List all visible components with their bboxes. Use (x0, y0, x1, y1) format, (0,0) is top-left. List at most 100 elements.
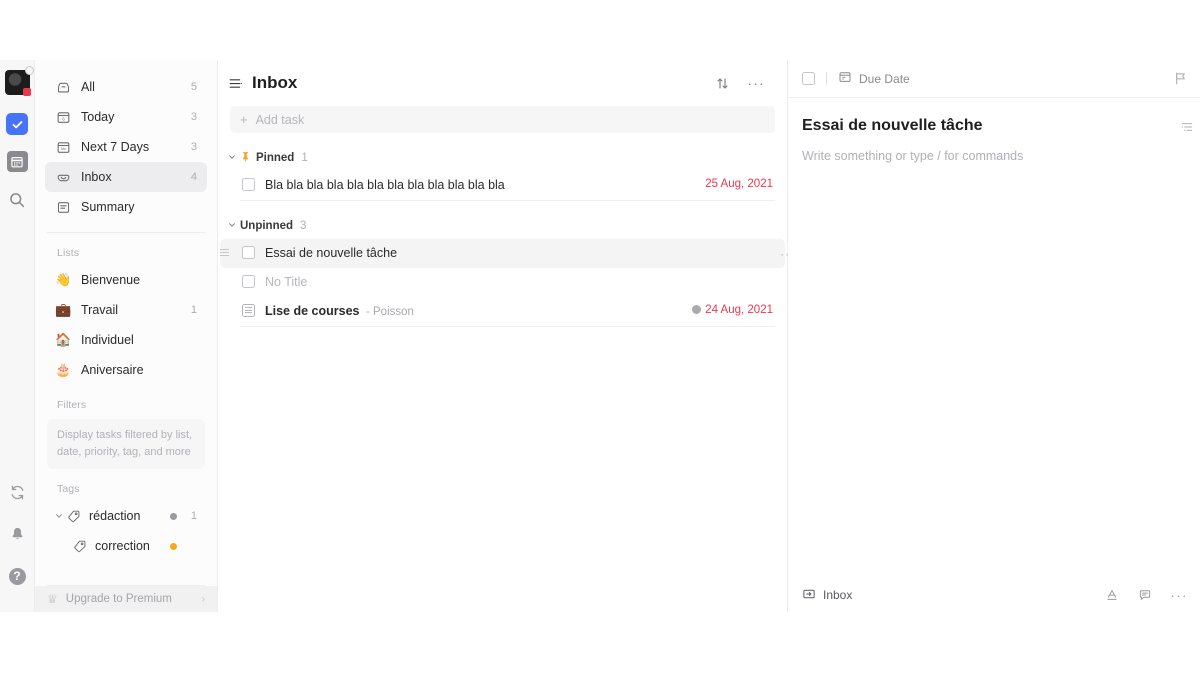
sidebar-item-count: 5 (190, 81, 197, 93)
comment-icon[interactable] (1138, 588, 1152, 602)
task-due-date-text: 25 Aug, 2021 (705, 178, 773, 190)
detail-task-title[interactable]: Essai de nouvelle tâche (802, 116, 1186, 137)
group-label: Pinned (256, 152, 295, 164)
tag-icon (67, 509, 83, 523)
task-title: Bla bla bla bla bla bla bla bla bla bla … (265, 178, 505, 192)
sidebar-list-label: Travail (81, 303, 119, 317)
chevron-down-icon[interactable] (55, 512, 65, 520)
row-divider (240, 199, 775, 201)
sidebar-item-today[interactable]: 6 Today 3 (45, 102, 207, 132)
due-date-label: Due Date (859, 71, 910, 86)
sidebar-list-bienvenue[interactable]: 👋 Bienvenue (35, 265, 217, 295)
sync-icon[interactable] (5, 480, 29, 504)
chevron-down-icon[interactable] (228, 221, 240, 231)
user-avatar[interactable] (4, 66, 34, 96)
row-divider (240, 325, 775, 327)
page-title: Inbox (252, 73, 298, 92)
sidebar-tag-label: correction (95, 539, 150, 554)
task-list-header: Inbox ··· (218, 60, 787, 106)
task-due-date[interactable]: 25 Aug, 2021 (705, 177, 773, 190)
table-row[interactable]: Bla bla bla bla bla bla bla bla bla bla … (220, 171, 785, 200)
app-rail: ? (0, 60, 35, 612)
drag-handle[interactable] (220, 248, 229, 257)
task-title: Lise de courses (265, 303, 360, 318)
sidebar-list-count: 1 (190, 304, 197, 316)
group-count: 1 (301, 152, 308, 164)
avatar-ring-icon (24, 66, 34, 75)
sidebar-tag-label: rédaction (89, 509, 141, 524)
pin-icon (240, 151, 251, 165)
tags-section-title: Tags (57, 483, 80, 496)
group-count: 3 (300, 219, 307, 232)
calendar-week-icon: Mo (55, 139, 71, 155)
task-body: Essai de nouvelle tâche (265, 245, 773, 262)
sidebar-tag-count: 1 (190, 510, 197, 523)
sidebar-tag-redaction[interactable]: rédaction 1 (35, 501, 217, 531)
task-checkbox[interactable] (242, 245, 255, 259)
sidebar-tag-correction[interactable]: correction (35, 531, 217, 561)
more-options-icon[interactable]: ··· (1171, 588, 1189, 603)
task-checkbox[interactable] (242, 178, 255, 191)
sort-icon[interactable] (715, 76, 730, 91)
group-header-pinned[interactable]: Pinned 1 (218, 145, 787, 171)
tag-icon (73, 539, 89, 553)
sidebar-item-label: Today (81, 110, 115, 124)
table-row[interactable]: No Title (220, 268, 785, 297)
sidebar-item-next-7-days[interactable]: Mo Next 7 Days 3 (45, 132, 207, 162)
task-due-date-text: 24 Aug, 2021 (705, 303, 773, 316)
sidebar-item-all[interactable]: All 5 (45, 72, 207, 102)
smart-list-nav: All 5 6 Today 3 Mo Next 7 Days 3 Inbox 4… (35, 72, 217, 222)
sidebar-item-count: 3 (190, 141, 197, 153)
task-body: Bla bla bla bla bla bla bla bla bla bla … (265, 177, 693, 194)
svg-text:Mo: Mo (61, 147, 66, 151)
move-to-list-icon (802, 587, 816, 604)
list-menu-icon[interactable] (226, 76, 244, 91)
search-icon[interactable] (5, 188, 29, 212)
group-label: Unpinned (240, 219, 294, 232)
detail-content-placeholder[interactable]: Write something or type / for commands (802, 149, 1186, 163)
task-body: Lise de courses - Poisson (265, 303, 680, 320)
task-checkbox[interactable] (242, 274, 255, 288)
sidebar: All 5 6 Today 3 Mo Next 7 Days 3 Inbox 4… (35, 60, 218, 612)
sidebar-item-inbox[interactable]: Inbox 4 (45, 162, 207, 192)
sidebar-list-label: Aniversaire (81, 363, 144, 377)
sidebar-list-aniversaire[interactable]: 🎂 Aniversaire (35, 355, 217, 385)
help-icon[interactable]: ? (5, 564, 29, 588)
calendar-app-icon[interactable] (6, 151, 28, 172)
note-icon[interactable] (242, 303, 255, 317)
sidebar-list-individuel[interactable]: 🏠 Individuel (35, 325, 217, 355)
plus-icon: + (240, 112, 248, 127)
task-complete-checkbox[interactable] (802, 72, 815, 85)
filters-empty-hint[interactable]: Display tasks filtered by list, date, pr… (47, 419, 205, 470)
app-window: ? All 5 6 Today 3 Mo Next 7 Days 3 Inbox… (0, 0, 1200, 675)
summary-icon (55, 199, 71, 215)
chevron-right-icon: › (201, 593, 205, 605)
sidebar-item-label: Summary (81, 200, 135, 214)
notification-bell-icon[interactable] (5, 522, 29, 546)
priority-flag-icon[interactable] (1173, 71, 1188, 86)
sidebar-item-count: 3 (190, 111, 197, 123)
detail-body: Essai de nouvelle tâche Write something … (788, 98, 1200, 578)
table-row[interactable]: Essai de nouvelle tâche ··· (220, 238, 794, 268)
crown-icon: ♕ (47, 592, 58, 606)
add-task-input[interactable]: + Add task (230, 106, 775, 133)
more-options-icon[interactable]: ··· (748, 76, 766, 91)
task-body: No Title (265, 274, 773, 291)
chevron-down-icon[interactable] (228, 153, 240, 163)
sidebar-item-summary[interactable]: Summary (45, 192, 207, 222)
due-date-button[interactable]: Due Date (838, 70, 910, 87)
move-to-list-button[interactable]: Inbox (802, 587, 852, 604)
task-due-date[interactable]: 24 Aug, 2021 (692, 303, 773, 316)
ticktick-window: ? All 5 6 Today 3 Mo Next 7 Days 3 Inbox… (0, 60, 1200, 612)
upgrade-to-premium-button[interactable]: ♕ Upgrade to Premium › (35, 586, 217, 612)
task-list-pane: Inbox ··· + Add task Pinned 1 Bla bla bl… (218, 60, 794, 612)
table-row[interactable]: Lise de courses - Poisson 24 Aug, 2021 (220, 297, 785, 326)
wave-emoji-icon: 👋 (55, 272, 72, 287)
sidebar-item-label: Inbox (81, 170, 112, 184)
text-format-icon[interactable] (1105, 588, 1119, 602)
sidebar-list-travail[interactable]: 💼 Travail 1 (35, 295, 217, 325)
group-header-unpinned[interactable]: Unpinned 3 (218, 213, 787, 239)
outline-icon[interactable] (1180, 120, 1194, 134)
tasks-app-icon[interactable] (6, 113, 28, 135)
sidebar-list-label: Individuel (81, 333, 134, 347)
